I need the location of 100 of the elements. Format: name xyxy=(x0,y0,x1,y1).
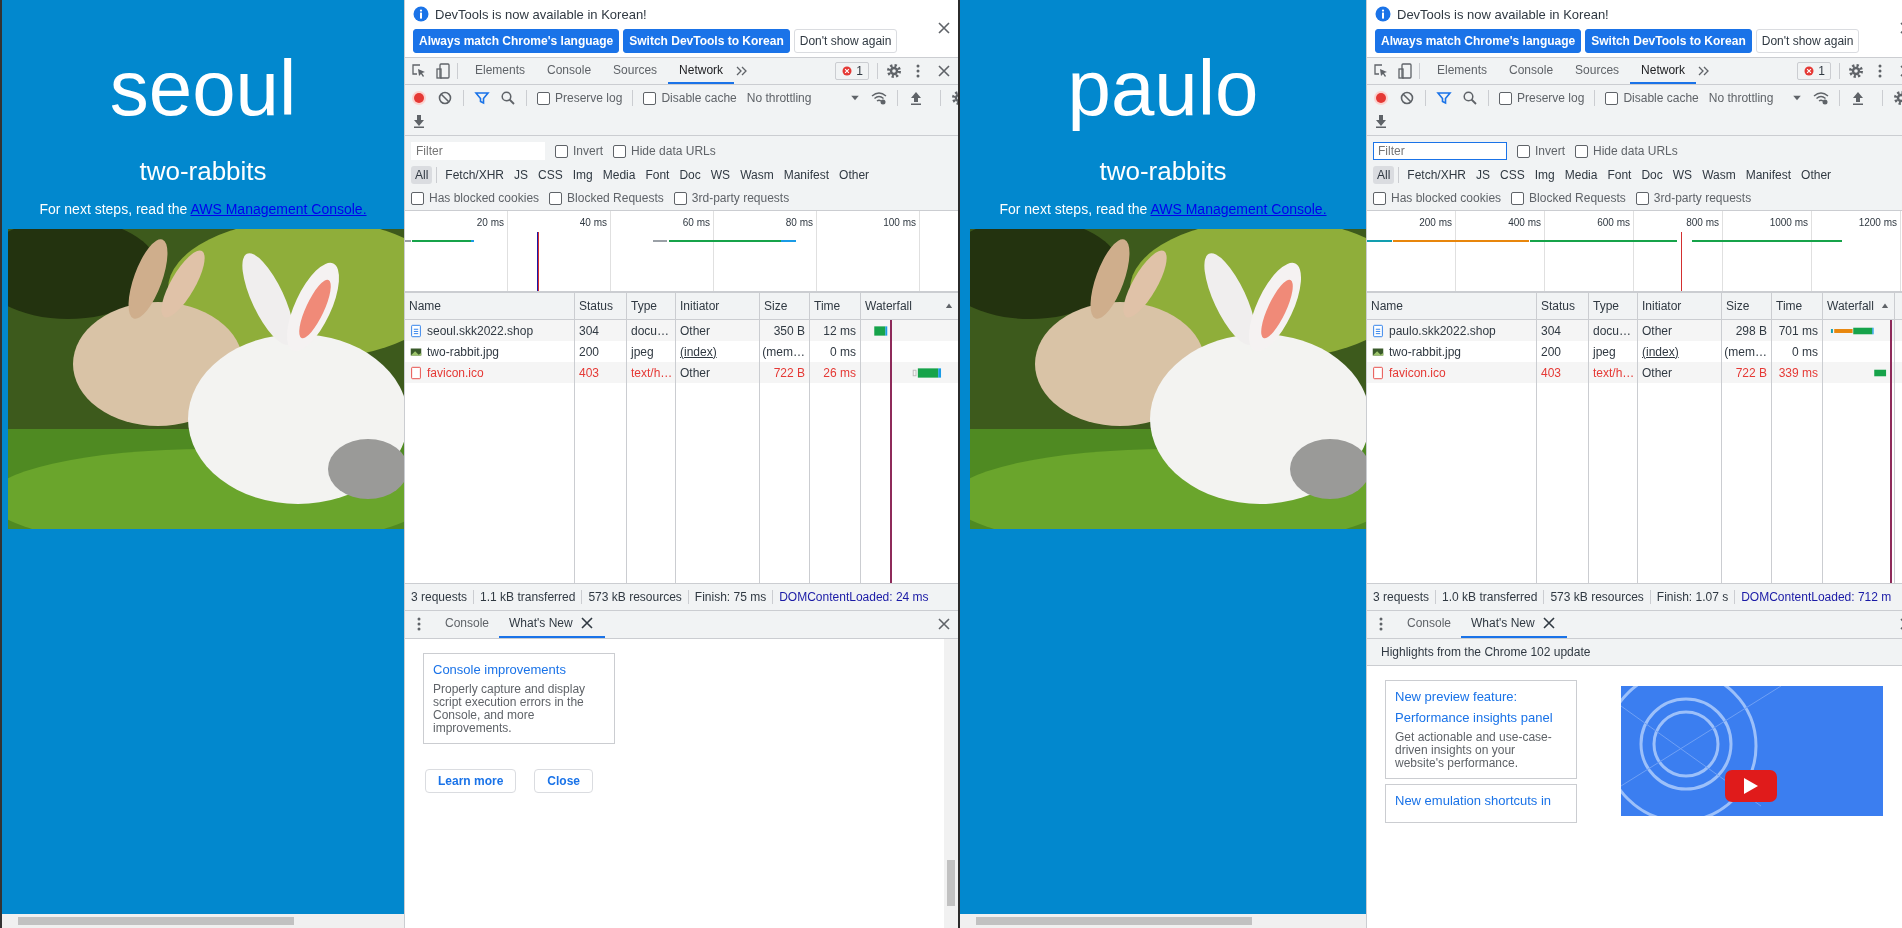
drawer-tab[interactable]: What's New xyxy=(1461,610,1567,638)
notice-button[interactable]: Switch DevTools to Korean xyxy=(623,29,790,53)
column-header[interactable]: Name xyxy=(409,299,441,313)
throttling-select[interactable]: No throttling xyxy=(746,91,812,105)
feature-title[interactable]: New preview feature: xyxy=(1395,688,1567,704)
timeline-tick: 1200 ms xyxy=(1858,217,1897,228)
error-count-button[interactable]: 1 xyxy=(1797,62,1831,80)
request-name[interactable]: paulo.skk2022.shop xyxy=(1389,323,1496,338)
checkbox-label: Has blocked cookies xyxy=(429,191,540,205)
type-filter[interactable]: WS xyxy=(1668,166,1697,184)
table-cell: text/h… xyxy=(631,365,673,380)
table-cell: docu… xyxy=(1593,323,1632,338)
status-text: DOMContentLoaded: 712 m xyxy=(1740,589,1893,604)
column-header[interactable]: Initiator xyxy=(680,299,720,313)
type-filter[interactable]: CSS xyxy=(534,166,567,184)
feature-title[interactable]: Performance insights panel xyxy=(1395,709,1567,725)
drawer-button[interactable]: Learn more xyxy=(425,769,517,794)
column-header[interactable]: Waterfall xyxy=(865,299,912,313)
column-header[interactable]: Name xyxy=(1371,299,1403,313)
feature-title[interactable]: Console improvements xyxy=(433,661,605,677)
table-cell: 339 ms xyxy=(1778,365,1818,380)
checkbox-label: Hide data URLs xyxy=(631,144,716,158)
request-name[interactable]: favicon.ico xyxy=(427,365,484,380)
type-filter[interactable]: Manifest xyxy=(779,166,834,184)
request-name[interactable]: two-rabbit.jpg xyxy=(1389,344,1462,359)
request-name[interactable]: seoul.skk2022.shop xyxy=(427,323,534,338)
drawer-tab[interactable]: Console xyxy=(435,610,500,638)
column-header[interactable]: Time xyxy=(814,299,841,313)
panel-tab[interactable]: Console xyxy=(536,58,603,84)
panel-tab[interactable]: Sources xyxy=(602,58,669,84)
timeline-tick: 60 ms xyxy=(682,217,710,228)
type-filter[interactable]: Other xyxy=(835,166,874,184)
column-header[interactable]: Status xyxy=(1541,299,1576,313)
type-filter[interactable]: Manifest xyxy=(1741,166,1796,184)
type-filter[interactable]: Wasm xyxy=(1698,166,1740,184)
throttling-select[interactable]: No throttling xyxy=(1708,91,1774,105)
column-header[interactable]: Type xyxy=(631,299,657,313)
column-header[interactable]: Time xyxy=(1776,299,1803,313)
drawer-button[interactable]: Close xyxy=(534,769,594,794)
type-filter[interactable]: Doc xyxy=(675,166,705,184)
type-filter[interactable]: CSS xyxy=(1496,166,1529,184)
request-name[interactable]: favicon.ico xyxy=(1389,365,1446,380)
next-steps-text: For next steps, read the AWS Management Console. xyxy=(39,200,367,217)
feature-card[interactable]: Console improvements Properly capture and display script execution errors in the Console, and more improvements. xyxy=(423,652,615,745)
notice-text: DevTools is now available in Korean! xyxy=(1397,6,1609,22)
table-cell: (mem… xyxy=(762,344,805,359)
timeline-tick: 40 ms xyxy=(579,217,607,228)
column-header[interactable]: Size xyxy=(1726,299,1750,313)
type-filter[interactable]: Font xyxy=(1603,166,1636,184)
type-filter[interactable]: All xyxy=(411,166,433,184)
initiator-link[interactable]: (index) xyxy=(1642,344,1679,359)
panel-tab[interactable]: Elements xyxy=(1426,58,1499,84)
type-filter[interactable]: All xyxy=(1373,166,1395,184)
notice-button[interactable]: Don't show again xyxy=(1755,29,1860,53)
type-filter[interactable]: JS xyxy=(1472,166,1495,184)
type-filter[interactable]: JS xyxy=(510,166,533,184)
feature-card[interactable]: New emulation shortcuts in xyxy=(1385,784,1577,824)
type-filter[interactable]: Font xyxy=(641,166,674,184)
request-name[interactable]: two-rabbit.jpg xyxy=(427,344,500,359)
feature-card[interactable]: New preview feature: Performance insights panel Get actionable and use-case-driven insights on your website's performance. xyxy=(1385,679,1577,780)
type-filter[interactable]: Img xyxy=(1530,166,1559,184)
drawer-tab[interactable]: Console xyxy=(1397,610,1462,638)
feature-title[interactable]: New emulation shortcuts in xyxy=(1395,793,1567,809)
notice-button[interactable]: Switch DevTools to Korean xyxy=(1585,29,1752,53)
type-filter[interactable]: Fetch/XHR xyxy=(441,166,509,184)
drawer-tab[interactable]: What's New xyxy=(499,610,605,638)
column-header[interactable]: Initiator xyxy=(1642,299,1682,313)
type-filter[interactable]: Media xyxy=(1560,166,1602,184)
notice-button[interactable]: Always match Chrome's language xyxy=(1375,29,1582,53)
table-cell: (mem… xyxy=(1724,344,1767,359)
type-filter[interactable]: Other xyxy=(1797,166,1836,184)
table-cell: docu… xyxy=(631,323,670,338)
notice-button[interactable]: Don't show again xyxy=(793,29,898,53)
type-filter[interactable]: Doc xyxy=(1637,166,1667,184)
column-header[interactable]: Waterfall xyxy=(1827,299,1874,313)
checkbox-label: 3rd-party requests xyxy=(1653,191,1752,205)
column-header[interactable]: Type xyxy=(1593,299,1619,313)
type-filter[interactable]: Fetch/XHR xyxy=(1403,166,1471,184)
type-filter[interactable]: Media xyxy=(598,166,640,184)
panel-tab[interactable]: Elements xyxy=(464,58,537,84)
timeline-tick: 800 ms xyxy=(1686,217,1719,228)
timeline-tick: 100 ms xyxy=(883,217,916,228)
table-cell: Other xyxy=(680,323,710,338)
notice-button[interactable]: Always match Chrome's language xyxy=(413,29,620,53)
type-filter[interactable]: Img xyxy=(568,166,597,184)
filter-field[interactable]: Filter xyxy=(1373,142,1507,160)
filter-field[interactable]: Filter xyxy=(411,142,545,160)
panel-tab[interactable]: Sources xyxy=(1564,58,1631,84)
column-header[interactable]: Size xyxy=(764,299,788,313)
error-count-button[interactable]: 1 xyxy=(835,62,869,80)
checkbox-label: Invert xyxy=(573,144,603,158)
table-cell: 350 B xyxy=(773,323,805,338)
type-filter[interactable]: Wasm xyxy=(736,166,778,184)
type-filter[interactable]: WS xyxy=(706,166,735,184)
timeline-tick: 600 ms xyxy=(1597,217,1630,228)
initiator-link[interactable]: (index) xyxy=(680,344,717,359)
column-header[interactable]: Status xyxy=(579,299,614,313)
panel-tab[interactable]: Console xyxy=(1498,58,1565,84)
status-text: 573 kB resources xyxy=(582,589,689,604)
checkbox-label: Hide data URLs xyxy=(1593,144,1678,158)
